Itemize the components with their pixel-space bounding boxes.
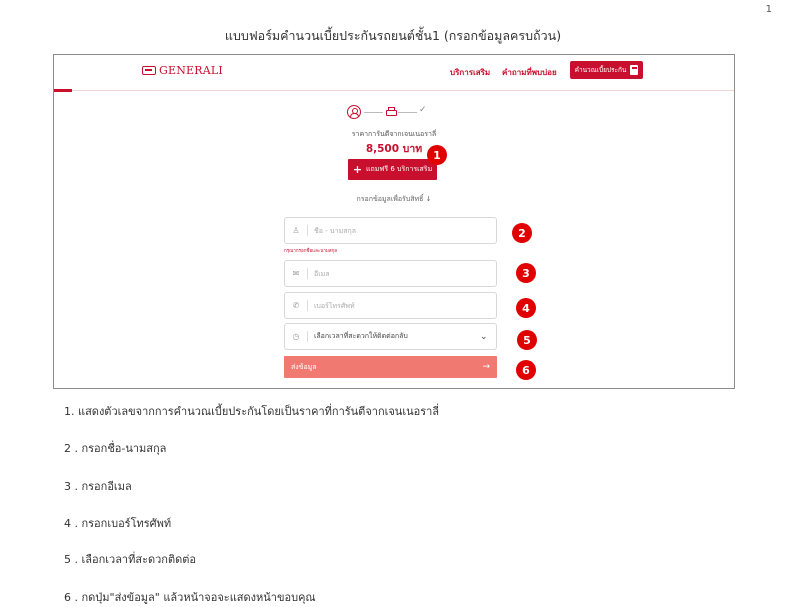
step-note-5: 5 . เลือกเวลาที่สะดวกติดต่อ (64, 553, 196, 566)
email-input[interactable] (314, 269, 474, 278)
progress-stepper: ✓ (347, 105, 433, 121)
free-addons-button[interactable]: + แถมฟรี 6 บริการเสริม (348, 159, 437, 180)
nav-active-indicator (54, 89, 72, 92)
site-navbar: GENERALI บริการเสริม คำถามที่พบบ่อย คำนว… (54, 55, 734, 91)
field-divider (307, 268, 308, 279)
step-marker-4: 4 (516, 298, 536, 318)
price-value: 8,500 บาท (365, 143, 423, 155)
nav-link-services[interactable]: บริการเสริม (450, 66, 490, 79)
contact-time-value: เลือกเวลาที่สะดวกให้ติดต่อกลับ (314, 332, 408, 340)
clock-icon: ◷ (292, 332, 300, 341)
field-divider (307, 300, 308, 311)
lion-logo-icon (142, 66, 156, 75)
form-caption: กรอกข้อมูลเพื่อรับสิทธิ์ ↓ (356, 195, 432, 203)
name-validation-hint: กรุณากรอกชื่อและนามสกุล (284, 249, 338, 254)
car-step-icon (386, 107, 397, 116)
mail-icon: ✉ (292, 269, 300, 278)
name-field[interactable]: ♙ (284, 217, 497, 244)
screenshot-frame: GENERALI บริการเสริม คำถามที่พบบ่อย คำนว… (53, 54, 735, 389)
submit-label: ส่งข้อมูล (291, 362, 317, 371)
price-label: ราคาการันตีจากเจนเนอราลี่ (351, 130, 437, 138)
brand-name: GENERALI (159, 64, 223, 77)
calculator-icon (630, 65, 639, 75)
field-divider (307, 331, 308, 342)
phone-icon: ✆ (292, 301, 300, 310)
field-divider (307, 225, 308, 236)
document-title: แบบฟอร์มคำนวนเบี้ยประกันรถยนต์ชั้น1 (กรอ… (224, 28, 562, 43)
step-marker-6: 6 (516, 360, 536, 380)
chevron-down-icon: ⌄ (480, 331, 488, 342)
email-field[interactable]: ✉ (284, 260, 497, 287)
step-note-6: 6 . กดปุ่ม"ส่งข้อมูล" แล้วหน้าจอจะแสดงหน… (64, 591, 316, 604)
nav-link-faq[interactable]: คำถามที่พบบ่อย (502, 66, 557, 79)
name-input[interactable] (314, 226, 474, 235)
clipped-bottom-text (372, 385, 422, 388)
calculate-premium-label: คำนวณเบี้ยประกัน (574, 66, 627, 74)
step-marker-3: 3 (516, 263, 536, 283)
phone-input[interactable] (314, 301, 474, 310)
step-marker-2: 2 (512, 223, 532, 243)
plus-icon: + (352, 163, 363, 176)
person-icon: ♙ (292, 226, 300, 235)
user-step-icon (347, 105, 361, 119)
step-marker-5: 5 (517, 330, 537, 350)
arrow-right-icon: → (482, 362, 490, 372)
step-note-2: 2 . กรอกชื่อ-นามสกุล (64, 442, 167, 455)
calculate-premium-button[interactable]: คำนวณเบี้ยประกัน (570, 61, 643, 79)
step-marker-1: 1 (427, 145, 447, 165)
stepper-connector (398, 112, 417, 113)
step-note-3: 3 . กรอกอีเมล (64, 480, 132, 493)
stepper-connector (364, 112, 383, 113)
contact-time-select[interactable]: ◷ เลือกเวลาที่สะดวกให้ติดต่อกลับ ⌄ (284, 323, 497, 350)
generali-logo[interactable]: GENERALI (142, 64, 223, 77)
page-number: 1 (765, 4, 772, 15)
free-addons-label: แถมฟรี 6 บริการเสริม (366, 165, 433, 173)
check-step-icon: ✓ (419, 105, 427, 115)
step-note-4: 4 . กรอกเบอร์โทรศัพท์ (64, 517, 172, 530)
step-note-1: 1. แสดงตัวเลขจากการคำนวณเบี้ยประกันโดยเป… (64, 405, 440, 418)
phone-field[interactable]: ✆ (284, 292, 497, 319)
submit-button[interactable]: ส่งข้อมูล → (284, 356, 497, 378)
